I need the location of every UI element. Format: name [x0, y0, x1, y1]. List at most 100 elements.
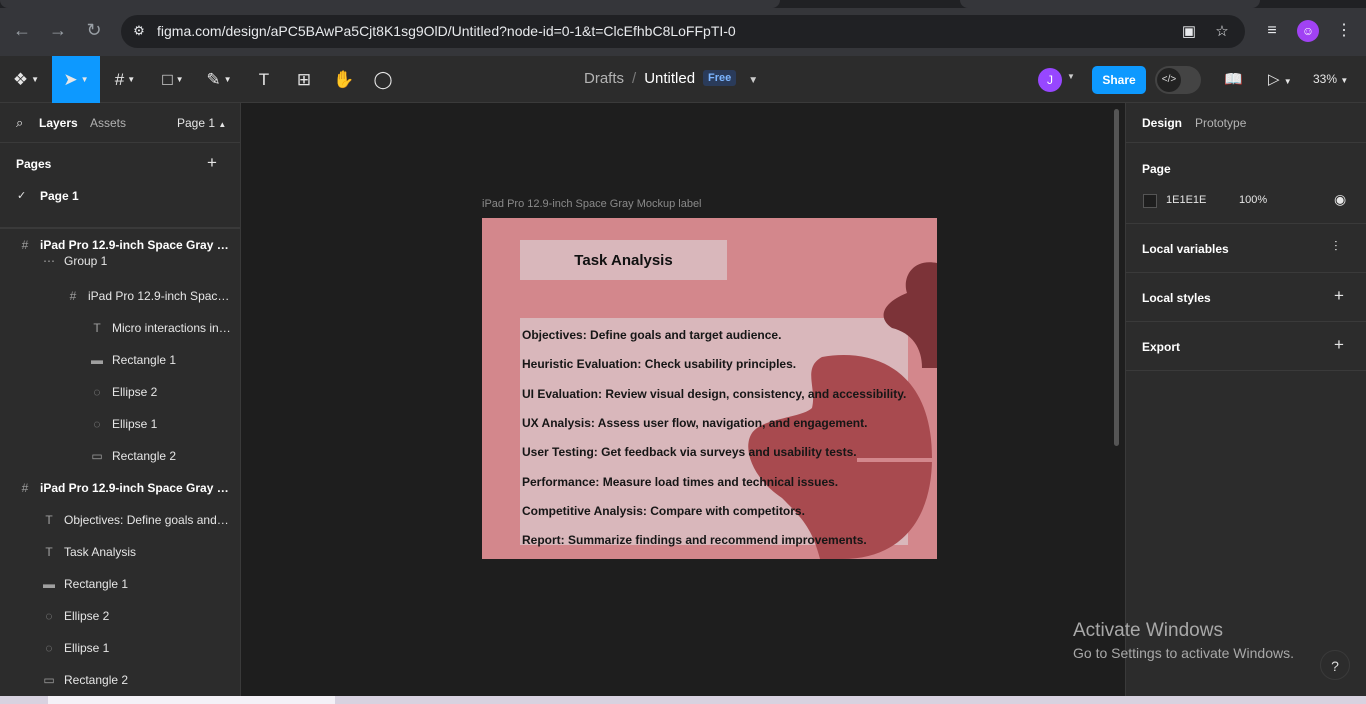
task-line-text[interactable]: UI Evaluation: Review visual design, con… [522, 387, 906, 401]
layer-row[interactable]: ◌ Ellipse 2 [0, 600, 240, 632]
bookmark-star-icon[interactable]: ☆ [1212, 22, 1232, 42]
task-line-text[interactable]: Heuristic Evaluation: Check usability pr… [522, 357, 796, 371]
forward-icon[interactable]: → [46, 18, 70, 42]
comment-tool-icon[interactable]: ◯ [363, 56, 403, 103]
page-color-hex[interactable]: 1E1E1E [1166, 194, 1206, 206]
task-line-text[interactable]: UX Analysis: Assess user flow, navigatio… [522, 416, 867, 430]
add-style-icon[interactable]: + [1334, 286, 1344, 306]
page-opacity[interactable]: 100% [1239, 194, 1267, 206]
media-controls-icon[interactable]: ≡ [1261, 20, 1283, 42]
layer-row[interactable]: ▭ Rectangle 2 [0, 664, 240, 696]
page-selector[interactable]: Page 1 ▲ [177, 116, 226, 130]
layer-row[interactable]: ⋯ Group 1 [0, 248, 240, 276]
chevron-up-icon[interactable]: ▲ [218, 120, 226, 129]
site-info-icon[interactable]: ⚙ [131, 23, 147, 39]
canvas[interactable]: iPad Pro 12.9-inch Space Gray Mockup lab… [241, 103, 1125, 696]
layer-label: Ellipse 1 [112, 417, 158, 431]
divider-line [857, 458, 937, 462]
layer-label: Rectangle 1 [112, 353, 177, 367]
pen-tool-icon[interactable]: ✎ ▼ [198, 56, 240, 103]
layer-row[interactable]: T Micro interactions in ... [0, 312, 240, 344]
library-icon[interactable]: 📖 [1224, 70, 1243, 88]
chevron-down-icon[interactable]: ▼ [748, 75, 758, 86]
frame-label[interactable]: iPad Pro 12.9-inch Space Gray Mockup lab… [482, 198, 702, 210]
move-tool-icon[interactable]: ➤ ▼ [52, 56, 100, 103]
present-play-icon[interactable]: ▷ ▼ [1268, 70, 1292, 88]
dev-mode-toggle[interactable]: </> [1155, 66, 1201, 94]
crumb-drafts[interactable]: Drafts [584, 70, 624, 87]
layer-row[interactable]: ▬ Rectangle 1 [0, 344, 240, 376]
add-export-icon[interactable]: + [1334, 335, 1344, 355]
visibility-eye-icon[interactable]: ◉ [1334, 191, 1346, 208]
browser-tab[interactable] [960, 0, 1260, 8]
tab-strip [0, 0, 1366, 8]
hand-tool-icon[interactable]: ✋ [324, 56, 364, 103]
layer-row[interactable]: T Objectives: Define goals and t... [0, 504, 240, 536]
artboard[interactable]: Task Analysis Objectives: Define goals a… [482, 218, 937, 559]
page-selector-label[interactable]: Page 1 [177, 116, 215, 130]
back-icon[interactable]: ← [10, 18, 34, 42]
add-page-icon[interactable]: + [207, 153, 217, 173]
task-line-text[interactable]: Objectives: Define goals and target audi… [522, 328, 781, 342]
task-line-text[interactable]: User Testing: Get feedback via surveys a… [522, 445, 857, 459]
layer-row[interactable]: T Task Analysis [0, 536, 240, 568]
taskbar-search[interactable] [48, 696, 335, 704]
layer-row[interactable]: ◌ Ellipse 1 [0, 408, 240, 440]
url-text[interactable]: figma.com/design/aPC5BAwPa5Cjt8K1sg9OlD/… [157, 23, 736, 39]
export-section[interactable]: Export + [1126, 322, 1366, 371]
no-tracking-icon[interactable]: ▣ [1179, 22, 1199, 42]
tab-prototype[interactable]: Prototype [1195, 116, 1246, 130]
layer-label: iPad Pro 12.9-inch Space Gray Mo... [40, 481, 232, 495]
layer-row[interactable]: # iPad Pro 12.9-inch Space ... [0, 280, 240, 312]
shape-tool-icon[interactable]: □ ▼ [152, 56, 194, 103]
layer-row[interactable]: ▭ Rectangle 2 [0, 440, 240, 472]
frame-tool-icon[interactable]: # ▼ [104, 56, 146, 103]
layer-label: Ellipse 2 [64, 609, 110, 623]
browser-menu-icon[interactable]: ⋮ [1333, 20, 1355, 42]
address-bar[interactable]: ⚙ figma.com/design/aPC5BAwPa5Cjt8K1sg9Ol… [121, 15, 1245, 48]
os-taskbar [0, 696, 1366, 704]
reload-icon[interactable]: ↻ [82, 18, 106, 42]
frame-icon: # [69, 289, 77, 303]
task-line-text[interactable]: Performance: Measure load times and tech… [522, 475, 838, 489]
export-label: Export [1142, 340, 1181, 354]
help-button[interactable]: ? [1320, 650, 1350, 680]
right-panel-tabs: Design Prototype [1126, 103, 1366, 143]
resources-tool-icon[interactable]: ⊞ [284, 56, 324, 103]
variables-settings-icon[interactable]: ⫶ [1334, 238, 1338, 255]
task-line-text[interactable]: Competitive Analysis: Compare with compe… [522, 504, 805, 518]
browser-profile-avatar[interactable]: ☺ [1297, 20, 1319, 42]
tab-layers[interactable]: Layers [39, 116, 78, 130]
local-variables-section[interactable]: Local variables ⫶ [1126, 224, 1366, 273]
chevron-down-icon[interactable]: ▼ [1340, 76, 1348, 85]
file-title[interactable]: Untitled [644, 70, 695, 87]
activate-windows-subtitle: Go to Settings to activate Windows. [1073, 645, 1294, 661]
chevron-down-icon[interactable]: ▼ [1067, 72, 1075, 81]
local-styles-label: Local styles [1142, 291, 1211, 305]
layer-row[interactable]: ▬ Rectangle 1 [0, 568, 240, 600]
local-styles-section[interactable]: Local styles + [1126, 273, 1366, 322]
user-avatar[interactable]: J [1038, 68, 1062, 92]
layer-row[interactable]: ◌ Ellipse 1 [0, 632, 240, 664]
task-line-text[interactable]: Report: Summarize findings and recommend… [522, 533, 867, 547]
layer-row[interactable]: ◌ Ellipse 2 [0, 376, 240, 408]
plan-badge: Free [703, 70, 737, 86]
layer-row[interactable]: # iPad Pro 12.9-inch Space Gray Mo... [0, 472, 240, 504]
search-icon[interactable]: ⌕ [16, 115, 23, 131]
zoom-value[interactable]: 33% [1313, 72, 1337, 86]
tab-assets[interactable]: Assets [90, 116, 126, 130]
line-icon: ▬ [43, 577, 55, 591]
page-color-swatch[interactable] [1143, 194, 1157, 208]
text-icon: T [93, 321, 101, 335]
text-tool-icon[interactable]: T [244, 56, 284, 103]
share-button[interactable]: Share [1092, 66, 1146, 94]
zoom-level[interactable]: 33% ▼ [1313, 72, 1348, 86]
rectangle-icon: ▭ [91, 449, 103, 463]
tab-design[interactable]: Design [1142, 116, 1182, 130]
page-list-item[interactable]: ✓ Page 1 [0, 183, 240, 209]
vertical-scrollbar[interactable] [1114, 109, 1119, 446]
main-menu-icon[interactable]: ❖ ▼ [4, 56, 48, 103]
local-variables-label: Local variables [1142, 242, 1229, 256]
layers-panel: ⌕ Layers Assets Page 1 ▲ Pages + ✓ Page … [0, 103, 241, 696]
browser-tab-active[interactable] [0, 0, 780, 8]
